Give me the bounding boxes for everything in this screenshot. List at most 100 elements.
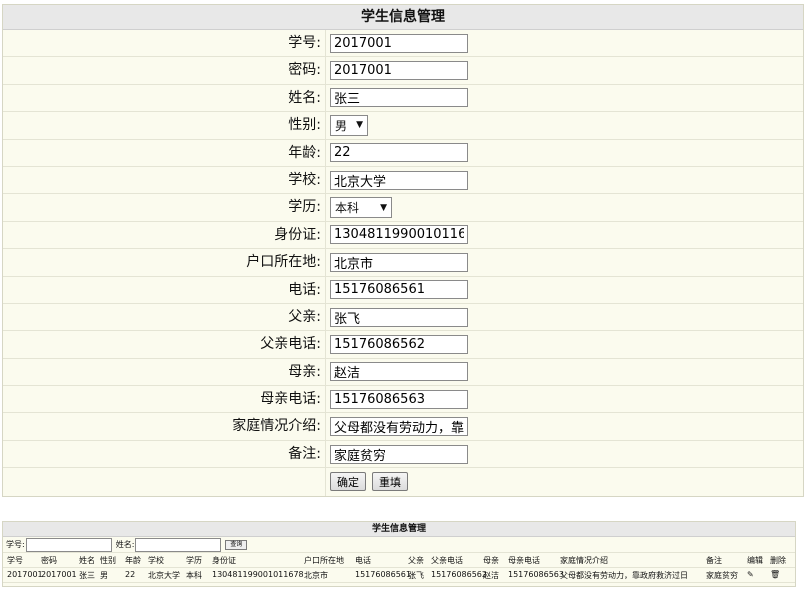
mother-input[interactable] (330, 362, 468, 382)
table-cell-1: 2017001 (41, 570, 77, 579)
search-name-label: 姓名: (115, 540, 135, 549)
table-header-cell-0: 学号 (7, 556, 23, 565)
label-age: 年龄: (3, 139, 326, 166)
row-family-situation: 家庭情况介绍: (3, 413, 803, 441)
list-title: 学生信息管理 (3, 522, 795, 537)
table-cell-5: 北京大学 (148, 571, 180, 580)
education-selected: 本科 (335, 201, 360, 216)
row-name: 姓名: (3, 84, 803, 113)
label-gender: 性别: (3, 112, 326, 139)
table-header-cell-14: 家庭情况介绍 (560, 556, 608, 565)
table-header-cell-11: 父亲电话 (431, 556, 463, 565)
student-id-input[interactable] (330, 33, 468, 53)
reset-button[interactable]: 重填 (372, 472, 408, 492)
table-header-cell-9: 电话 (355, 556, 371, 565)
gender-selected: 男 (335, 118, 348, 133)
table-header-cell-4: 年龄 (125, 556, 141, 565)
label-id-card: 身份证: (3, 221, 326, 249)
label-name: 姓名: (3, 84, 326, 112)
row-remarks: 备注: (3, 440, 803, 469)
table-cell-14: 父母都没有劳动力，靠政府救济过日 (560, 571, 688, 580)
table-header-cell-10: 父亲 (408, 556, 424, 565)
label-remarks: 备注: (3, 440, 326, 468)
student-form-panel: 学生信息管理 学号: 密码: 姓名: 性别: 男 ▼ 年龄: 学校: 学历: 本… (2, 4, 804, 497)
row-gender: 性别: 男 ▼ (3, 112, 803, 140)
remarks-input[interactable] (330, 444, 468, 464)
label-father: 父亲: (3, 303, 326, 331)
table-cell-0: 2017001 (7, 570, 43, 579)
father-phone-input[interactable] (330, 334, 468, 354)
table-cell-9: 15176086561 (355, 570, 411, 579)
label-mother: 母亲: (3, 358, 326, 386)
family-situation-input[interactable] (330, 417, 468, 437)
table-header-row: 学号 密码 姓名 性别 年龄 学校 学历 身份证 户口所在地 电话 父亲 父亲电话 母亲 母亲电话 家庭情况… (3, 553, 795, 568)
chevron-down-icon: ▼ (380, 202, 387, 213)
table-cell-3: 男 (100, 571, 108, 580)
table-cell-15: 家庭贫穷 (706, 571, 738, 580)
label-father-phone: 父亲电话: (3, 331, 326, 358)
search-bar: 学号: 姓名: 查询 (3, 537, 795, 553)
table-header-cell-15: 备注 (706, 556, 722, 565)
label-phone: 电话: (3, 276, 326, 303)
father-input[interactable] (330, 307, 468, 327)
row-residence: 户口所在地: (3, 249, 803, 277)
delete-icon[interactable]: 🗑 (770, 570, 780, 579)
table-cell-2: 张三 (79, 571, 95, 580)
table-cell-7: 130481199001011678 (212, 570, 304, 579)
row-mother: 母亲: (3, 358, 803, 387)
actions-spacer (3, 468, 326, 496)
row-actions: 确定 重填 (3, 468, 803, 496)
school-input[interactable] (330, 170, 468, 190)
password-input[interactable] (330, 61, 468, 81)
search-id-input[interactable] (25, 537, 112, 552)
row-mother-phone: 母亲电话: (3, 386, 803, 414)
confirm-button[interactable]: 确定 (330, 472, 366, 492)
phone-input[interactable] (330, 280, 468, 300)
table-cell-8: 北京市 (304, 571, 328, 580)
edit-icon[interactable]: ✎ (747, 570, 754, 579)
row-father: 父亲: (3, 303, 803, 332)
row-father-phone: 父亲电话: (3, 331, 803, 359)
table-header-cell-1: 密码 (41, 556, 57, 565)
table-header-cell-2: 姓名 (79, 556, 95, 565)
label-password: 密码: (3, 57, 326, 84)
label-mother-phone: 母亲电话: (3, 386, 326, 413)
label-residence: 户口所在地: (3, 249, 326, 276)
search-id-label: 学号: (6, 540, 25, 549)
table-header-cell-7: 身份证 (212, 556, 236, 565)
table-header-cell-16: 编辑 (747, 556, 763, 565)
search-name-input[interactable] (135, 537, 222, 552)
education-select[interactable]: 本科 ▼ (330, 197, 392, 219)
name-input[interactable] (330, 88, 468, 108)
table-header-cell-13: 母亲电话 (508, 556, 540, 565)
table-cell-13: 15176086563 (508, 570, 564, 579)
table-header-cell-12: 母亲 (483, 556, 499, 565)
table-header-cell-3: 性别 (100, 556, 116, 565)
table-cell-11: 15176086562 (431, 570, 487, 579)
table-header-cell-8: 户口所在地 (304, 556, 344, 565)
table-cell-10: 张飞 (408, 571, 424, 580)
row-education: 学历: 本科 ▼ (3, 194, 803, 222)
row-school: 学校: (3, 166, 803, 195)
id-card-input[interactable] (330, 225, 468, 245)
gender-select[interactable]: 男 ▼ (330, 114, 368, 136)
table-header-cell-5: 学校 (148, 556, 164, 565)
form-title: 学生信息管理 (3, 5, 803, 30)
row-phone: 电话: (3, 276, 803, 304)
label-education: 学历: (3, 194, 326, 221)
table-cell-12: 赵洁 (483, 571, 499, 580)
row-id-card: 身份证: (3, 221, 803, 250)
residence-input[interactable] (330, 252, 468, 272)
mother-phone-input[interactable] (330, 389, 468, 409)
row-student-id: 学号: (3, 30, 803, 58)
table-row: 2017001 2017001 张三男 22 北京大学 本科 130481199001011… (3, 568, 795, 583)
row-password: 密码: (3, 57, 803, 85)
student-list-panel: 学生信息管理 学号: 姓名: 查询 学号 密码 姓名 性别 年龄 学校 学历 身份证 户口所在地… (2, 521, 796, 587)
age-input[interactable] (330, 143, 468, 163)
table-header-cell-17: 删除 (770, 556, 786, 565)
row-age: 年龄: (3, 139, 803, 167)
label-student-id: 学号: (3, 30, 326, 57)
table-header-cell-6: 学历 (186, 556, 202, 565)
search-button[interactable]: 查询 (225, 539, 248, 550)
chevron-down-icon: ▼ (356, 120, 363, 131)
